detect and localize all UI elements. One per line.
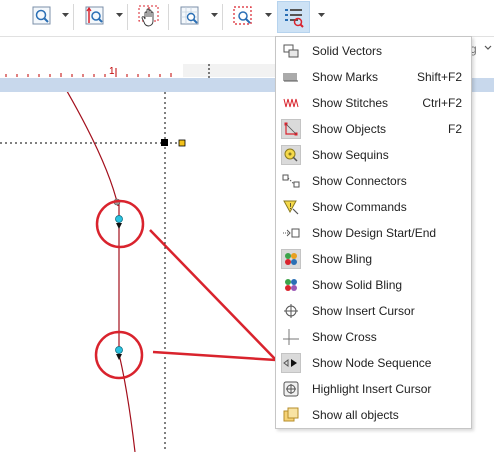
menu-item-show-objects[interactable]: Show Objects F2 xyxy=(277,116,470,142)
toolbar-separator xyxy=(222,4,223,30)
annotation-line xyxy=(149,229,277,361)
pan-icon xyxy=(138,5,159,27)
menu-item-show-design-start-end[interactable]: Show Design Start/End xyxy=(277,220,470,246)
menu-item-solid-vectors[interactable]: Solid Vectors xyxy=(277,38,470,64)
menu-item-label: Show Sequins xyxy=(312,148,389,162)
menu-item-label: Show Insert Cursor xyxy=(312,304,415,318)
show-list-dropdown[interactable] xyxy=(317,9,325,21)
menu-item-show-solid-bling[interactable]: Show Solid Bling xyxy=(277,272,470,298)
node-sequence-icon xyxy=(281,353,301,373)
node-direction-marker xyxy=(116,354,122,360)
chevron-down-icon xyxy=(115,13,123,17)
zoom-area-icon xyxy=(85,6,104,25)
menu-item-label: Show Cross xyxy=(312,330,377,344)
insert-cursor-icon xyxy=(281,301,301,321)
toolbar-separator xyxy=(168,4,169,30)
view-options-menu: Solid Vectors Show Marks Shift+F2 Show S… xyxy=(275,36,472,429)
menu-item-label: Show Connectors xyxy=(312,174,407,188)
stitch-curve xyxy=(63,85,119,207)
chevron-down-icon xyxy=(264,13,272,17)
selection-handle xyxy=(161,139,168,146)
all-objects-icon xyxy=(281,405,301,425)
toolbar-separator xyxy=(127,4,128,30)
menu-item-label: Show Marks xyxy=(312,70,379,84)
menu-item-label: Solid Vectors xyxy=(312,44,383,58)
menu-item-show-cross[interactable]: Show Cross xyxy=(277,324,470,350)
zoom-selection-icon xyxy=(233,6,252,25)
stitch-curve-lower xyxy=(118,353,136,453)
menu-item-shortcut: Shift+F2 xyxy=(416,70,462,84)
selection-handle-yellow xyxy=(178,139,186,147)
menu-item-show-marks[interactable]: Show Marks Shift+F2 xyxy=(277,64,470,90)
zoom-selection-dropdown[interactable] xyxy=(264,9,272,21)
sequins-icon xyxy=(281,145,301,165)
commands-icon: ! xyxy=(281,197,301,217)
zoom-dropdown[interactable] xyxy=(61,9,69,21)
menu-item-show-bling[interactable]: Show Bling xyxy=(277,246,470,272)
chevron-down-icon xyxy=(210,13,218,17)
menu-item-show-all-objects[interactable]: Show all objects xyxy=(277,402,470,428)
zoom-selection-button[interactable] xyxy=(230,3,256,29)
node-point-selected xyxy=(115,346,123,354)
toolbar xyxy=(0,0,494,36)
menu-item-show-commands[interactable]: ! Show Commands xyxy=(277,194,470,220)
menu-item-label: Show Commands xyxy=(312,200,407,214)
zoom-grid-icon xyxy=(180,6,199,25)
menu-item-show-node-sequence[interactable]: Show Node Sequence xyxy=(277,350,470,376)
menu-item-label: Show Node Sequence xyxy=(312,356,432,370)
node-point-selected xyxy=(115,215,123,223)
ruler-label: 1 xyxy=(109,66,115,77)
chevron-down-icon xyxy=(484,45,492,50)
zoom-icon xyxy=(32,6,51,25)
stitches-icon xyxy=(281,93,301,113)
design-start-end-icon xyxy=(281,223,301,243)
chevron-down-icon xyxy=(317,13,325,17)
menu-item-label: Show Stitches xyxy=(312,96,389,110)
menu-item-show-connectors[interactable]: Show Connectors xyxy=(277,168,470,194)
menu-item-highlight-insert-cursor[interactable]: Highlight Insert Cursor xyxy=(277,376,470,402)
solid-vectors-icon xyxy=(281,41,301,61)
menu-item-label: Show Design Start/End xyxy=(312,226,437,240)
bling-icon xyxy=(281,249,301,269)
toolbar-separator xyxy=(73,4,74,30)
marks-icon xyxy=(281,67,301,87)
menu-item-label: Show Solid Bling xyxy=(312,278,403,292)
cross-icon xyxy=(281,327,301,347)
zoom-area-dropdown[interactable] xyxy=(115,9,123,21)
zoom-area-button[interactable] xyxy=(82,3,108,29)
connectors-icon xyxy=(281,171,301,191)
node-direction-marker xyxy=(116,223,122,229)
menu-item-shortcut: Ctrl+F2 xyxy=(422,96,462,110)
pan-button[interactable] xyxy=(136,3,162,29)
menu-item-label: Show all objects xyxy=(312,408,399,422)
objects-icon xyxy=(281,119,301,139)
menu-item-show-sequins[interactable]: Show Sequins xyxy=(277,142,470,168)
panel-expand-button[interactable] xyxy=(484,42,492,57)
menu-item-shortcut: F2 xyxy=(447,122,462,136)
chevron-down-icon xyxy=(61,13,69,17)
show-list-icon xyxy=(284,9,304,28)
menu-item-show-insert-cursor[interactable]: Show Insert Cursor xyxy=(277,298,470,324)
zoom-grid-dropdown[interactable] xyxy=(210,9,218,21)
menu-item-label: Highlight Insert Cursor xyxy=(312,382,432,396)
menu-item-show-stitches[interactable]: Show Stitches Ctrl+F2 xyxy=(277,90,470,116)
solid-bling-icon xyxy=(281,275,301,295)
svg-text:!: ! xyxy=(289,202,292,211)
menu-item-label: Show Bling xyxy=(312,252,373,266)
show-list-button[interactable] xyxy=(277,1,310,33)
highlight-cursor-icon xyxy=(281,379,301,399)
zoom-grid-button[interactable] xyxy=(177,3,203,29)
annotation-line xyxy=(152,350,277,362)
zoom-button[interactable] xyxy=(29,3,55,29)
menu-item-label: Show Objects xyxy=(312,122,387,136)
